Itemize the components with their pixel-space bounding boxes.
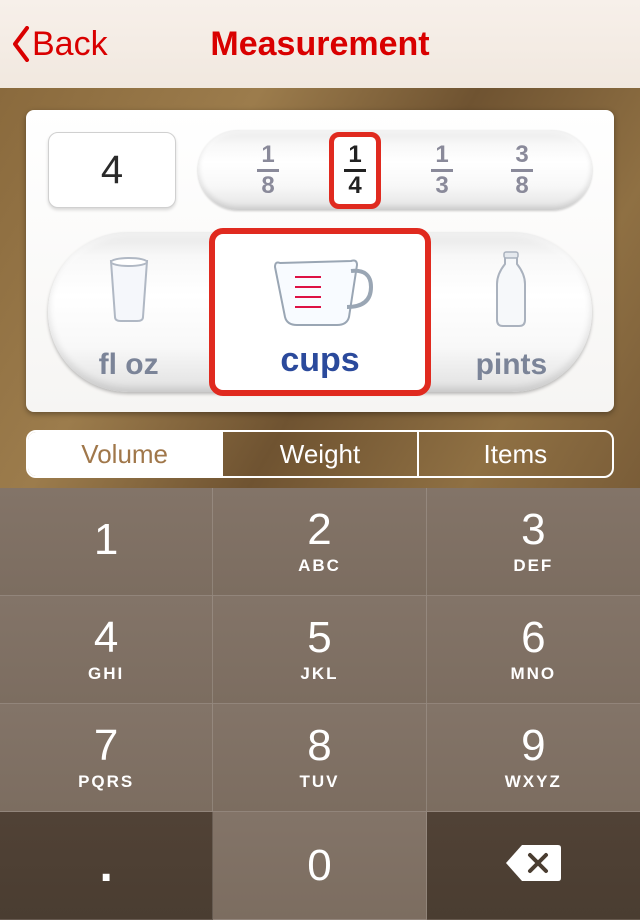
key-4[interactable]: 4GHI [0,596,213,704]
key-5[interactable]: 5JKL [213,596,426,704]
category-tabs: Volume Weight Items [26,430,614,478]
key-3[interactable]: 3DEF [427,488,640,596]
numeric-keypad: 1 2ABC 3DEF 4GHI 5JKL 6MNO 7PQRS 8TUV 9W… [0,488,640,920]
unit-option-pints[interactable]: pints [431,232,592,392]
page-title: Measurement [210,25,429,64]
unit-label: pints [476,348,548,382]
amount-input[interactable]: 4 [48,132,176,208]
unit-picker[interactable]: fl oz cups [48,232,592,392]
fraction-option-0[interactable]: 18 [249,139,287,202]
key-6[interactable]: 6MNO [427,596,640,704]
backspace-icon [504,843,562,888]
fraction-list: 18 14 13 38 [198,132,592,209]
key-7[interactable]: 7PQRS [0,704,213,812]
tab-weight[interactable]: Weight [223,432,418,476]
back-label: Back [32,25,108,64]
tab-items[interactable]: Items [419,432,612,476]
amount-row: 4 18 14 13 38 [48,128,592,212]
unit-option-floz[interactable]: fl oz [48,232,209,392]
unit-label: fl oz [99,348,159,382]
unit-option-cups[interactable]: cups [209,228,431,396]
key-8[interactable]: 8TUV [213,704,426,812]
shot-glass-icon [48,232,209,348]
tab-volume[interactable]: Volume [28,432,223,476]
measurement-panel: 4 18 14 13 38 fl oz [26,110,614,412]
back-button[interactable]: Back [0,24,108,64]
content-area: 4 18 14 13 38 fl oz [0,88,640,488]
fraction-picker[interactable]: 18 14 13 38 [198,130,592,210]
key-9[interactable]: 9WXYZ [427,704,640,812]
fraction-option-1[interactable]: 14 [329,132,381,209]
chevron-left-icon [10,24,32,64]
fraction-option-3[interactable]: 38 [503,139,541,202]
measuring-cup-icon [215,234,425,341]
unit-label: cups [280,341,359,380]
key-decimal[interactable]: . [0,812,213,920]
unit-row: fl oz cups [48,232,592,392]
nav-bar: Back Measurement [0,0,640,88]
key-2[interactable]: 2ABC [213,488,426,596]
key-1[interactable]: 1 [0,488,213,596]
fraction-option-2[interactable]: 13 [423,139,461,202]
key-backspace[interactable] [427,812,640,920]
milk-bottle-icon [431,232,592,348]
key-0[interactable]: 0 [213,812,426,920]
